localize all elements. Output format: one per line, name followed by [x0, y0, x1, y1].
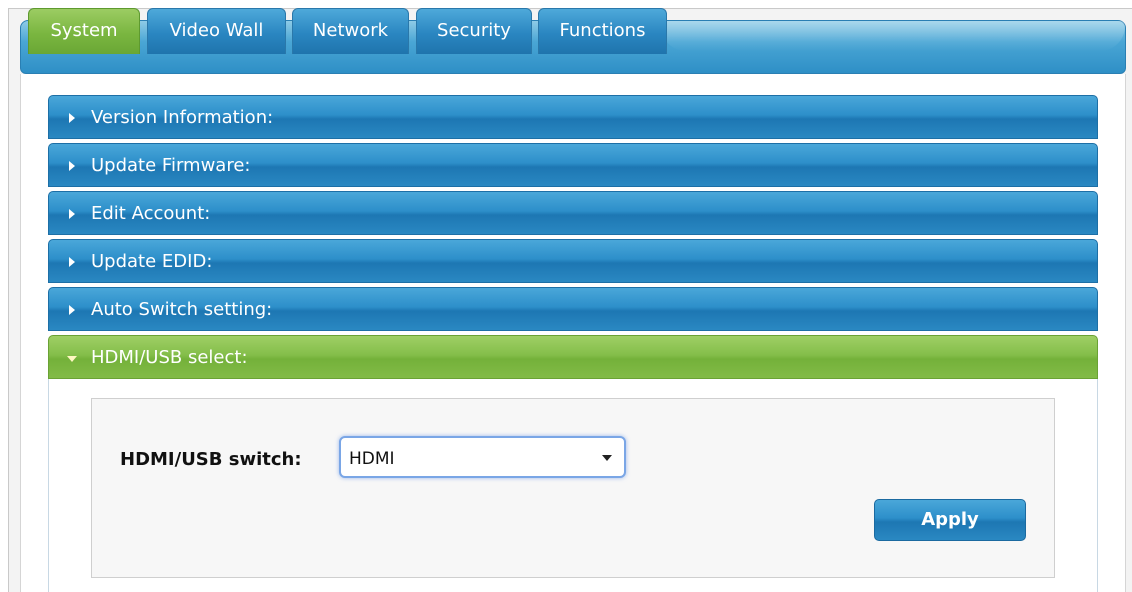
tab-system[interactable]: System: [28, 8, 140, 54]
tab-functions[interactable]: Functions: [538, 8, 667, 54]
tab-security[interactable]: Security: [416, 8, 532, 54]
section-hdmi-usb-select[interactable]: HDMI/USB select:: [48, 335, 1098, 379]
section-label: Edit Account:: [91, 203, 211, 224]
chevron-right-icon: [69, 305, 75, 315]
select-value: HDMI: [349, 449, 395, 469]
chevron-down-icon: [602, 455, 612, 461]
chevron-right-icon: [69, 209, 75, 219]
section-label: HDMI/USB select:: [91, 347, 248, 368]
section-update-edid[interactable]: Update EDID:: [48, 239, 1098, 283]
section-edit-account[interactable]: Edit Account:: [48, 191, 1098, 235]
chevron-right-icon: [69, 113, 75, 123]
section-update-firmware[interactable]: Update Firmware:: [48, 143, 1098, 187]
section-label: Auto Switch setting:: [91, 299, 273, 320]
tab-video-wall[interactable]: Video Wall: [147, 8, 286, 54]
chevron-down-icon: [67, 356, 77, 362]
hdmi-usb-switch-select[interactable]: HDMI: [339, 436, 626, 478]
section-auto-switch-setting[interactable]: Auto Switch setting:: [48, 287, 1098, 331]
tab-bar-decoration: [661, 21, 1125, 51]
section-label: Update EDID:: [91, 251, 213, 272]
hdmi-usb-form-box: [91, 398, 1055, 578]
chevron-right-icon: [69, 257, 75, 267]
apply-button[interactable]: Apply: [874, 499, 1026, 541]
tab-network[interactable]: Network: [292, 8, 409, 54]
section-label: Version Information:: [91, 107, 274, 128]
chevron-right-icon: [69, 161, 75, 171]
section-version-information[interactable]: Version Information:: [48, 95, 1098, 139]
hdmi-usb-switch-label: HDMI/USB switch:: [120, 449, 302, 470]
section-label: Update Firmware:: [91, 155, 251, 176]
